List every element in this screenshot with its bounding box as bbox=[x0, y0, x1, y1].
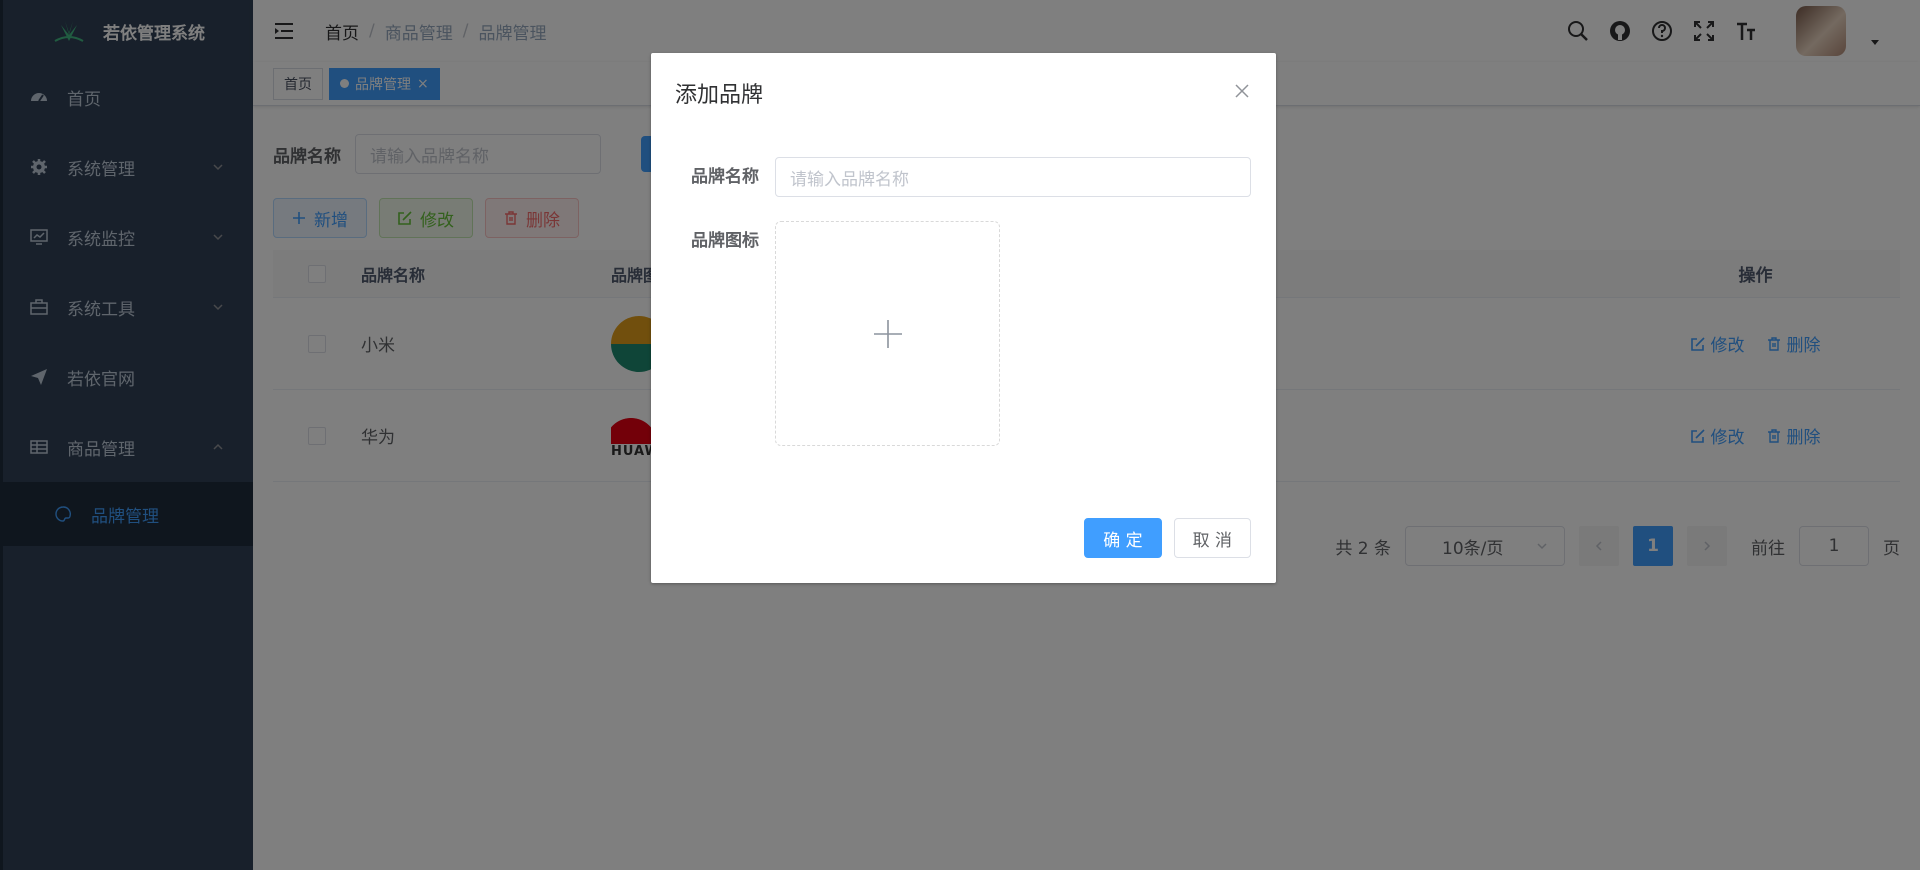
brand-icon-label: 品牌图标 bbox=[691, 231, 759, 251]
brand-form: 品牌名称 请输入品牌名称 品牌图标 bbox=[651, 133, 1276, 446]
cancel-button[interactable]: 取 消 bbox=[1173, 518, 1251, 558]
dialog-title: 添加品牌 bbox=[675, 83, 764, 108]
brand-icon-uploader[interactable] bbox=[775, 221, 1000, 446]
dialog-header: 添加品牌 bbox=[651, 53, 1276, 133]
form-row-icon: 品牌图标 bbox=[675, 221, 1252, 446]
form-row-name: 品牌名称 请输入品牌名称 bbox=[675, 157, 1252, 197]
dialog-footer: 确 定 取 消 bbox=[1084, 518, 1251, 558]
brand-name-input[interactable]: 请输入品牌名称 bbox=[775, 157, 1251, 197]
close-icon[interactable] bbox=[1234, 83, 1250, 99]
confirm-button[interactable]: 确 定 bbox=[1084, 518, 1162, 558]
plus-icon bbox=[873, 319, 902, 348]
brand-name-label: 品牌名称 bbox=[691, 167, 759, 187]
add-brand-dialog: 添加品牌 品牌名称 请输入品牌名称 品牌图标 确 定 取 消 bbox=[651, 53, 1276, 583]
